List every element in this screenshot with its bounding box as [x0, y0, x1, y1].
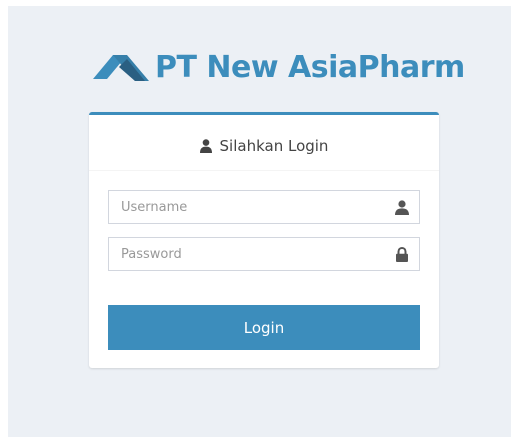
lock-icon: [396, 247, 408, 262]
login-title: Silahkan Login: [219, 136, 329, 155]
login-box-header: Silahkan Login: [89, 115, 439, 171]
password-field-group: [108, 237, 420, 271]
user-icon: [395, 200, 409, 215]
pharmacy-chevron-logo-icon: [93, 55, 149, 81]
username-field-group: [108, 190, 420, 224]
login-button[interactable]: Login: [108, 305, 420, 350]
password-input[interactable]: [109, 238, 419, 270]
user-icon: [199, 138, 212, 153]
brand-logo: PT New AsiaPharm: [93, 45, 465, 89]
brand-name: PT New AsiaPharm: [155, 49, 465, 85]
login-box: Silahkan Login Login: [89, 112, 439, 368]
username-input[interactable]: [109, 191, 419, 223]
